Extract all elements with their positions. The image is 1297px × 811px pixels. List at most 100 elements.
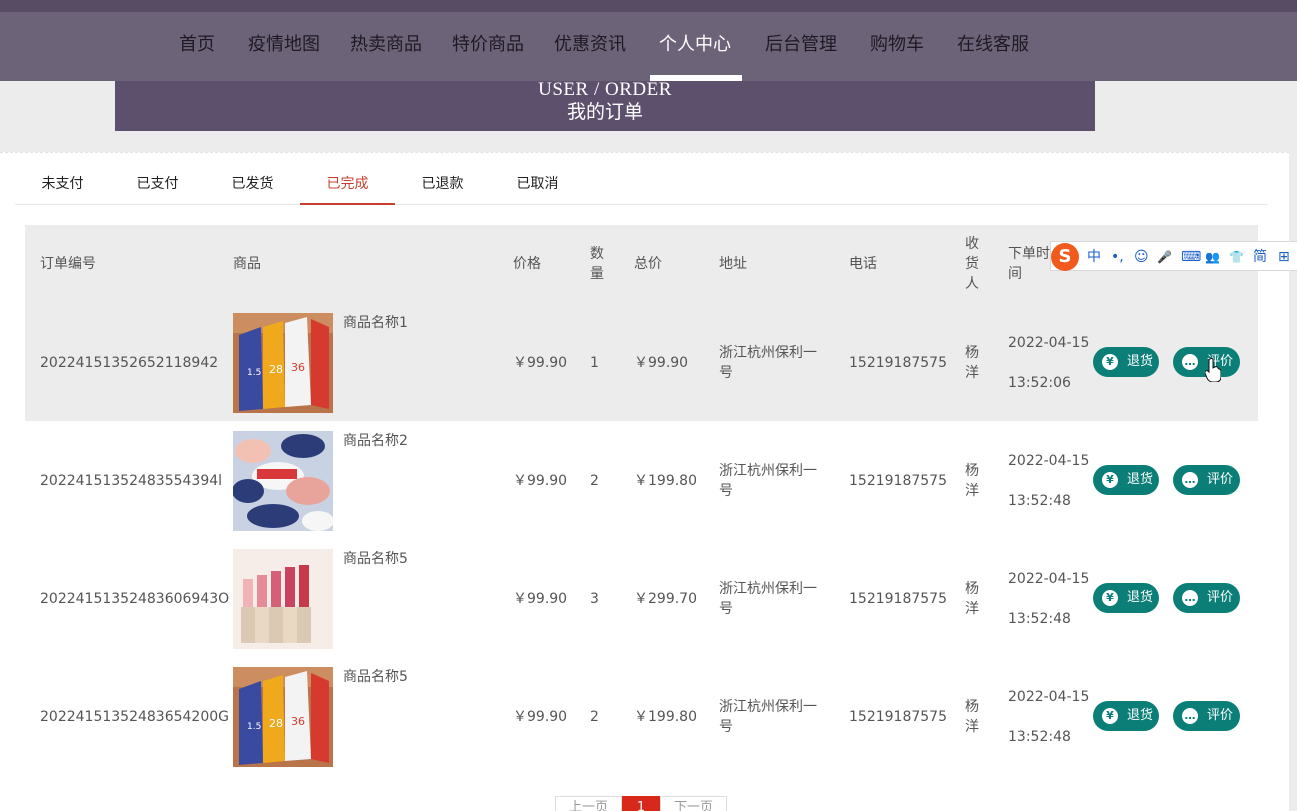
product-qty: 2	[590, 473, 599, 489]
receiver-name: 杨洋	[965, 345, 979, 381]
refund-label: 退货	[1127, 472, 1154, 487]
ime-emoji-icon[interactable]: ☺	[1134, 248, 1149, 266]
tab-completed[interactable]: 已完成	[300, 153, 395, 205]
product-price: ￥99.90	[513, 473, 568, 489]
phone-number: 15219187575	[849, 355, 947, 371]
table-row: 20224151352652118942 1.5 28 36 商品名称1 ￥99…	[25, 303, 1258, 421]
delivery-address: 浙江杭州保利一号	[719, 345, 817, 381]
nav-item-home[interactable]: 首页	[179, 30, 215, 56]
tab-refunded[interactable]: 已退款	[395, 153, 490, 205]
ime-toolbar[interactable]: S 中 •, ☺ 🎤 ⌨ 👥 👕 简 ⊞	[1050, 241, 1297, 271]
refund-button[interactable]: ¥ 退货	[1093, 701, 1159, 731]
yen-icon: ¥	[1102, 590, 1118, 606]
product-image[interactable]: 1.5 28 36	[233, 667, 333, 767]
chat-bubble-icon: …	[1182, 472, 1198, 488]
nav-item-special-products[interactable]: 特价商品	[452, 30, 524, 56]
ime-skin-icon[interactable]: 👕	[1229, 248, 1244, 266]
svg-text:28: 28	[269, 717, 283, 730]
hand-cursor-icon	[1205, 358, 1221, 382]
tab-cancelled[interactable]: 已取消	[490, 153, 585, 205]
header-price: 价格	[513, 256, 541, 272]
banner-title-cn: 我的订单	[566, 101, 643, 123]
nav-item-promotions[interactable]: 优惠资讯	[554, 30, 626, 56]
nav-item-hot-products[interactable]: 热卖商品	[350, 30, 422, 56]
tab-shipped[interactable]: 已发货	[205, 153, 300, 205]
header-product: 商品	[233, 256, 261, 272]
ime-simplified-toggle[interactable]: 简	[1253, 248, 1267, 266]
ime-account-icon[interactable]: 👥	[1205, 248, 1220, 266]
review-label: 评价	[1207, 472, 1234, 487]
svg-text:36: 36	[291, 715, 305, 728]
review-label: 评价	[1207, 590, 1234, 605]
header-qty: 数量	[590, 246, 604, 282]
receiver-name: 杨洋	[965, 699, 979, 735]
product-price: ￥99.90	[513, 355, 568, 371]
product-image[interactable]: 1.5 28 36	[233, 313, 333, 413]
yen-icon: ¥	[1102, 708, 1118, 724]
refund-button[interactable]: ¥ 退货	[1093, 583, 1159, 613]
chat-bubble-icon: …	[1182, 354, 1198, 370]
review-button[interactable]: … 评价	[1173, 465, 1240, 495]
ime-voice-icon[interactable]: 🎤	[1157, 248, 1172, 266]
order-date: 2022-04-15	[1008, 571, 1090, 587]
order-status-tabs: 未支付 已支付 已发货 已完成 已退款 已取消	[15, 153, 1268, 205]
order-time: 13:52:48	[1008, 611, 1071, 627]
header-total: 总价	[634, 256, 662, 272]
review-label: 评价	[1207, 708, 1234, 723]
sogou-logo-icon[interactable]: S	[1051, 243, 1079, 271]
nav-item-online-service[interactable]: 在线客服	[957, 30, 1029, 56]
order-date: 2022-04-15	[1008, 689, 1090, 705]
yen-icon: ¥	[1102, 472, 1118, 488]
header-receiver: 收货人	[965, 236, 979, 292]
product-qty: 2	[590, 709, 599, 725]
nav-item-admin[interactable]: 后台管理	[765, 30, 837, 56]
refund-button[interactable]: ¥ 退货	[1093, 465, 1159, 495]
product-name[interactable]: 商品名称1	[343, 313, 408, 333]
table-row: 20224151352483554394l 商品名称2 ￥99.90 2 ￥19…	[25, 421, 1258, 539]
phone-number: 15219187575	[849, 473, 947, 489]
nav-item-cart[interactable]: 购物车	[870, 30, 924, 56]
phone-number: 15219187575	[849, 709, 947, 725]
product-name[interactable]: 商品名称5	[343, 549, 408, 569]
ime-toolbox-icon[interactable]: ⊞	[1278, 248, 1290, 266]
tab-unpaid[interactable]: 未支付	[15, 153, 110, 205]
table-row: 20224151352483606943O 商品名称5 ￥99.90 3 ￥29…	[25, 539, 1258, 657]
table-row: 20224151352483654200G 1.5 28 36 商品名称5 ￥9…	[25, 657, 1258, 775]
order-time: 13:52:06	[1008, 375, 1071, 391]
svg-text:28: 28	[269, 363, 283, 376]
header-order-time: 下单时间	[1008, 246, 1050, 282]
delivery-address: 浙江杭州保利一号	[719, 463, 817, 499]
header-phone: 电话	[849, 256, 877, 272]
delivery-address: 浙江杭州保利一号	[719, 699, 817, 735]
order-total: ￥299.70	[634, 591, 697, 607]
product-qty: 1	[590, 355, 599, 371]
review-button[interactable]: … 评价	[1173, 583, 1240, 613]
nav-item-personal-center[interactable]: 个人中心	[659, 30, 731, 56]
order-number: 20224151352483606943O	[40, 591, 230, 607]
product-name[interactable]: 商品名称5	[343, 667, 408, 687]
phone-number: 15219187575	[849, 591, 947, 607]
header-order-no: 订单编号	[40, 256, 96, 272]
product-image[interactable]	[233, 431, 333, 531]
header-address: 地址	[719, 256, 747, 272]
refund-label: 退货	[1127, 708, 1154, 723]
nav-item-epidemic-map[interactable]: 疫情地图	[248, 30, 320, 56]
svg-text:36: 36	[291, 361, 305, 374]
prev-page-button[interactable]: 上一页	[555, 796, 622, 811]
order-total: ￥199.80	[634, 709, 697, 725]
receiver-name: 杨洋	[965, 463, 979, 499]
refund-label: 退货	[1127, 590, 1154, 605]
ime-chinese-mode[interactable]: 中	[1087, 248, 1101, 266]
review-button[interactable]: … 评价	[1173, 701, 1240, 731]
tab-paid[interactable]: 已支付	[110, 153, 205, 205]
top-strip	[0, 0, 1297, 12]
chat-bubble-icon: …	[1182, 590, 1198, 606]
ime-punctuation-icon[interactable]: •,	[1111, 248, 1124, 266]
ime-keyboard-icon[interactable]: ⌨	[1181, 248, 1201, 266]
order-number: 20224151352483554394l	[40, 473, 223, 489]
page-number-current[interactable]: 1	[622, 796, 660, 811]
product-image[interactable]	[233, 549, 333, 649]
next-page-button[interactable]: 下一页	[660, 796, 727, 811]
product-name[interactable]: 商品名称2	[343, 431, 408, 451]
refund-button[interactable]: ¥ 退货	[1093, 347, 1159, 377]
